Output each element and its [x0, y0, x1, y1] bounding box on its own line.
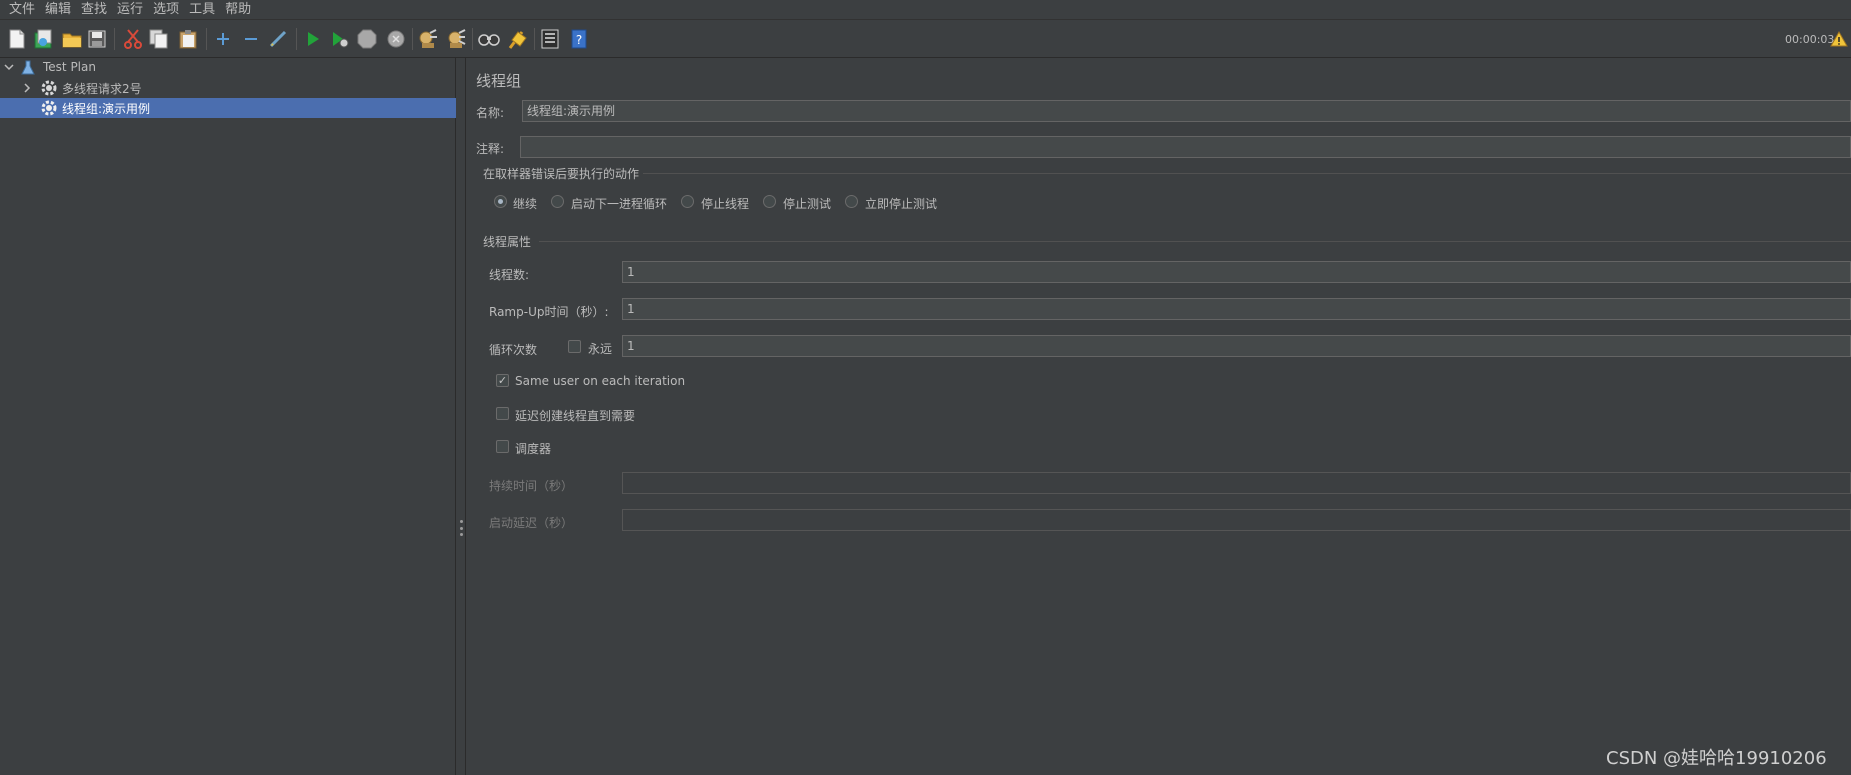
- start-no-pause-icon[interactable]: [329, 28, 351, 50]
- flask-icon: [21, 60, 35, 79]
- open-icon[interactable]: [61, 28, 83, 50]
- radio-stop-test-now-label: 立即停止测试: [865, 197, 938, 211]
- tree-item-label: 线程组:演示用例: [62, 102, 151, 116]
- start-icon[interactable]: [302, 28, 324, 50]
- menu-file[interactable]: 文件: [4, 0, 40, 20]
- radio-stop-test-now[interactable]: [845, 195, 858, 208]
- reset-search-icon[interactable]: [506, 28, 528, 50]
- stop-icon[interactable]: [356, 28, 378, 50]
- drag-handle-icon[interactable]: [460, 520, 463, 536]
- radio-stop-thread-label: 停止线程: [701, 197, 750, 211]
- duration-field[interactable]: [622, 472, 1851, 494]
- threads-label: 线程数:: [489, 268, 530, 282]
- radio-stop-thread[interactable]: [681, 195, 694, 208]
- loop-count-field[interactable]: 1: [622, 335, 1851, 357]
- elapsed-timer: 00:00:03: [1785, 33, 1835, 46]
- tree-item-thread-group[interactable]: 多线程请求2号: [0, 78, 456, 98]
- page-title: 线程组: [476, 72, 522, 90]
- cut-icon[interactable]: [122, 28, 144, 50]
- radio-next-loop[interactable]: [551, 195, 564, 208]
- forever-label: 永远: [588, 342, 613, 356]
- function-helper-icon[interactable]: [539, 28, 561, 50]
- chevron-right-icon[interactable]: [22, 82, 32, 96]
- rampup-label: Ramp-Up时间（秒）:: [489, 305, 609, 319]
- gear-icon: [40, 99, 58, 120]
- new-icon[interactable]: [6, 28, 28, 50]
- startup-delay-field[interactable]: [622, 509, 1851, 531]
- radio-continue-label: 继续: [513, 197, 538, 211]
- same-user-checkbox[interactable]: ✓: [496, 374, 509, 387]
- startup-delay-label: 启动延迟（秒）: [489, 516, 574, 530]
- tree-item-label: Test Plan: [43, 60, 96, 74]
- menu-help[interactable]: 帮助: [220, 0, 256, 20]
- menu-bar: 文件 编辑 查找 运行 选项 工具 帮助: [0, 0, 1851, 20]
- radio-next-loop-label: 启动下一进程循环: [571, 197, 668, 211]
- thread-properties-title: 线程属性: [483, 235, 532, 249]
- rampup-field[interactable]: 1: [622, 298, 1851, 320]
- duration-label: 持续时间（秒）: [489, 479, 574, 493]
- scheduler-label: 调度器: [515, 442, 552, 456]
- copy-icon[interactable]: [148, 28, 170, 50]
- scheduler-checkbox[interactable]: [496, 440, 509, 453]
- menu-edit[interactable]: 编辑: [40, 0, 76, 20]
- error-action-group-title: 在取样器错误后要执行的动作: [483, 167, 640, 181]
- templates-icon[interactable]: [33, 28, 55, 50]
- clear-icon[interactable]: [417, 28, 439, 50]
- comment-label: 注释:: [476, 142, 505, 156]
- gear-icon: [40, 79, 58, 100]
- warning-icon[interactable]: [1829, 28, 1849, 50]
- delay-thread-creation-label: 延迟创建线程直到需要: [515, 409, 636, 423]
- radio-stop-test[interactable]: [763, 195, 776, 208]
- name-label: 名称:: [476, 106, 505, 120]
- toolbar: ? 00:00:03: [0, 20, 1851, 58]
- toggle-icon[interactable]: [267, 28, 289, 50]
- name-field[interactable]: 线程组:演示用例: [522, 100, 1851, 122]
- menu-search[interactable]: 查找: [76, 0, 112, 20]
- paste-icon[interactable]: [177, 28, 199, 50]
- chevron-down-icon[interactable]: [4, 61, 14, 75]
- comment-field[interactable]: [520, 136, 1851, 158]
- radio-stop-test-label: 停止测试: [783, 197, 832, 211]
- clear-all-icon[interactable]: [445, 28, 467, 50]
- search-icon[interactable]: [478, 28, 500, 50]
- expand-icon[interactable]: [212, 28, 234, 50]
- menu-options[interactable]: 选项: [148, 0, 184, 20]
- shutdown-icon[interactable]: [385, 28, 407, 50]
- svg-text:?: ?: [576, 33, 582, 47]
- collapse-icon[interactable]: [240, 28, 262, 50]
- tree-item-test-plan[interactable]: Test Plan: [0, 58, 456, 78]
- threads-field[interactable]: 1: [622, 261, 1851, 283]
- thread-group-panel: 线程组 名称: 线程组:演示用例 注释: 在取样器错误后要执行的动作 继续 启动…: [467, 58, 1851, 775]
- loop-count-label: 循环次数: [489, 343, 538, 357]
- delay-thread-creation-checkbox[interactable]: [496, 407, 509, 420]
- help-icon[interactable]: ?: [568, 28, 590, 50]
- tree-item-thread-group-selected[interactable]: 线程组:演示用例: [0, 98, 456, 118]
- tree-item-label: 多线程请求2号: [62, 82, 142, 96]
- radio-continue[interactable]: [494, 195, 507, 208]
- save-icon[interactable]: [86, 28, 108, 50]
- same-user-label: Same user on each iteration: [515, 374, 686, 388]
- menu-tools[interactable]: 工具: [184, 0, 220, 20]
- panel-splitter[interactable]: [457, 58, 466, 775]
- test-plan-tree: Test Plan 多线程请求2号 线程组:演示用例: [0, 58, 456, 775]
- forever-checkbox[interactable]: [568, 340, 581, 353]
- watermark: CSDN @娃哈哈19910206: [1606, 748, 1827, 769]
- menu-run[interactable]: 运行: [112, 0, 148, 20]
